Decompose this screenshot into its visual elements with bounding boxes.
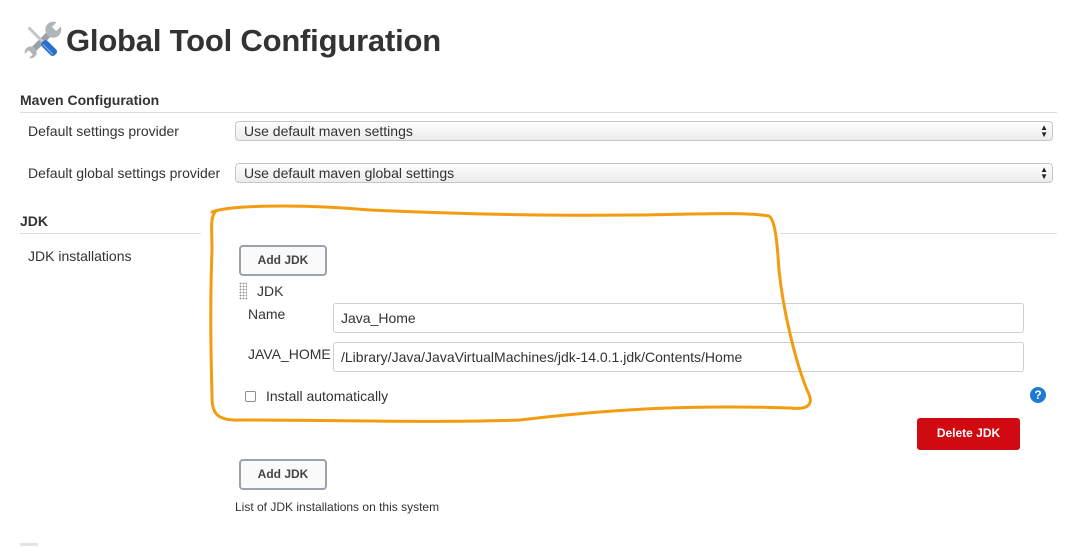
annotation-stroke [209, 204, 812, 423]
annotation-outline [209, 204, 812, 423]
